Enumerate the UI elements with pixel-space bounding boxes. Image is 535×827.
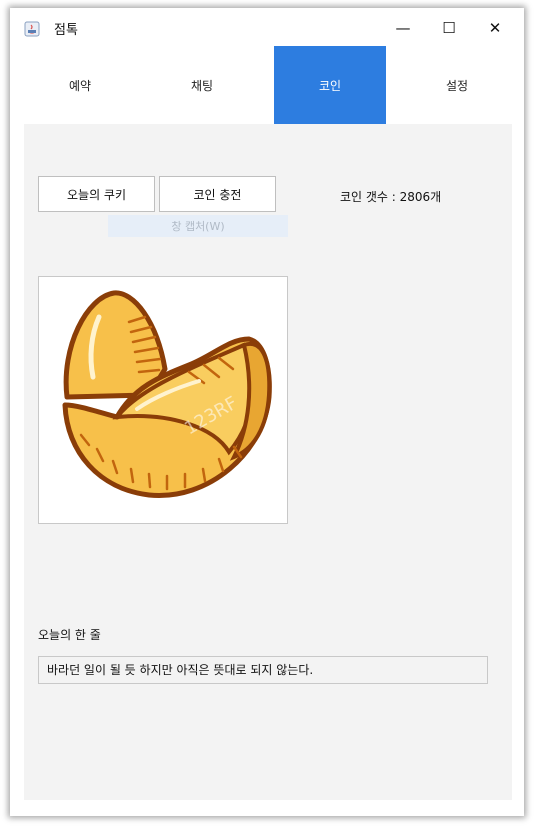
window-title: 점톡 <box>54 23 78 38</box>
tab-settings[interactable]: 설정 <box>401 46 513 124</box>
close-button[interactable]: ✕ <box>472 14 518 42</box>
tab-bar: 예약 채팅 코인 설정 <box>24 46 513 124</box>
title-bar[interactable]: 점톡 — ☐ ✕ <box>10 8 524 46</box>
fortune-cookie-image: 123RF <box>38 276 288 524</box>
maximize-button[interactable]: ☐ <box>426 14 472 42</box>
window-capture-tooltip: 창 캡처(W) <box>108 215 288 237</box>
fortune-cookie-icon: 123RF <box>62 290 272 498</box>
quote-text-field[interactable]: 바라던 일이 될 듯 하지만 아직은 뜻대로 되지 않는다. <box>38 656 488 684</box>
tab-reservation[interactable]: 예약 <box>24 46 136 124</box>
minimize-button[interactable]: — <box>380 14 426 42</box>
quote-label: 오늘의 한 줄 <box>38 628 101 642</box>
tab-coin[interactable]: 코인 <box>274 46 386 124</box>
tab-chat[interactable]: 채팅 <box>146 46 258 124</box>
todays-cookie-button[interactable]: 오늘의 쿠키 <box>38 176 155 212</box>
coin-charge-button[interactable]: 코인 충전 <box>159 176 276 212</box>
java-app-icon <box>24 21 40 37</box>
app-window: 점톡 — ☐ ✕ 예약 채팅 코인 설정 오늘의 쿠키 코인 충전 코인 갯수 … <box>10 8 524 816</box>
coin-panel: 오늘의 쿠키 코인 충전 코인 갯수 : 2806개 창 캡처(W) 123RF… <box>24 124 512 800</box>
coin-count-label: 코인 갯수 : 2806개 <box>340 190 442 204</box>
